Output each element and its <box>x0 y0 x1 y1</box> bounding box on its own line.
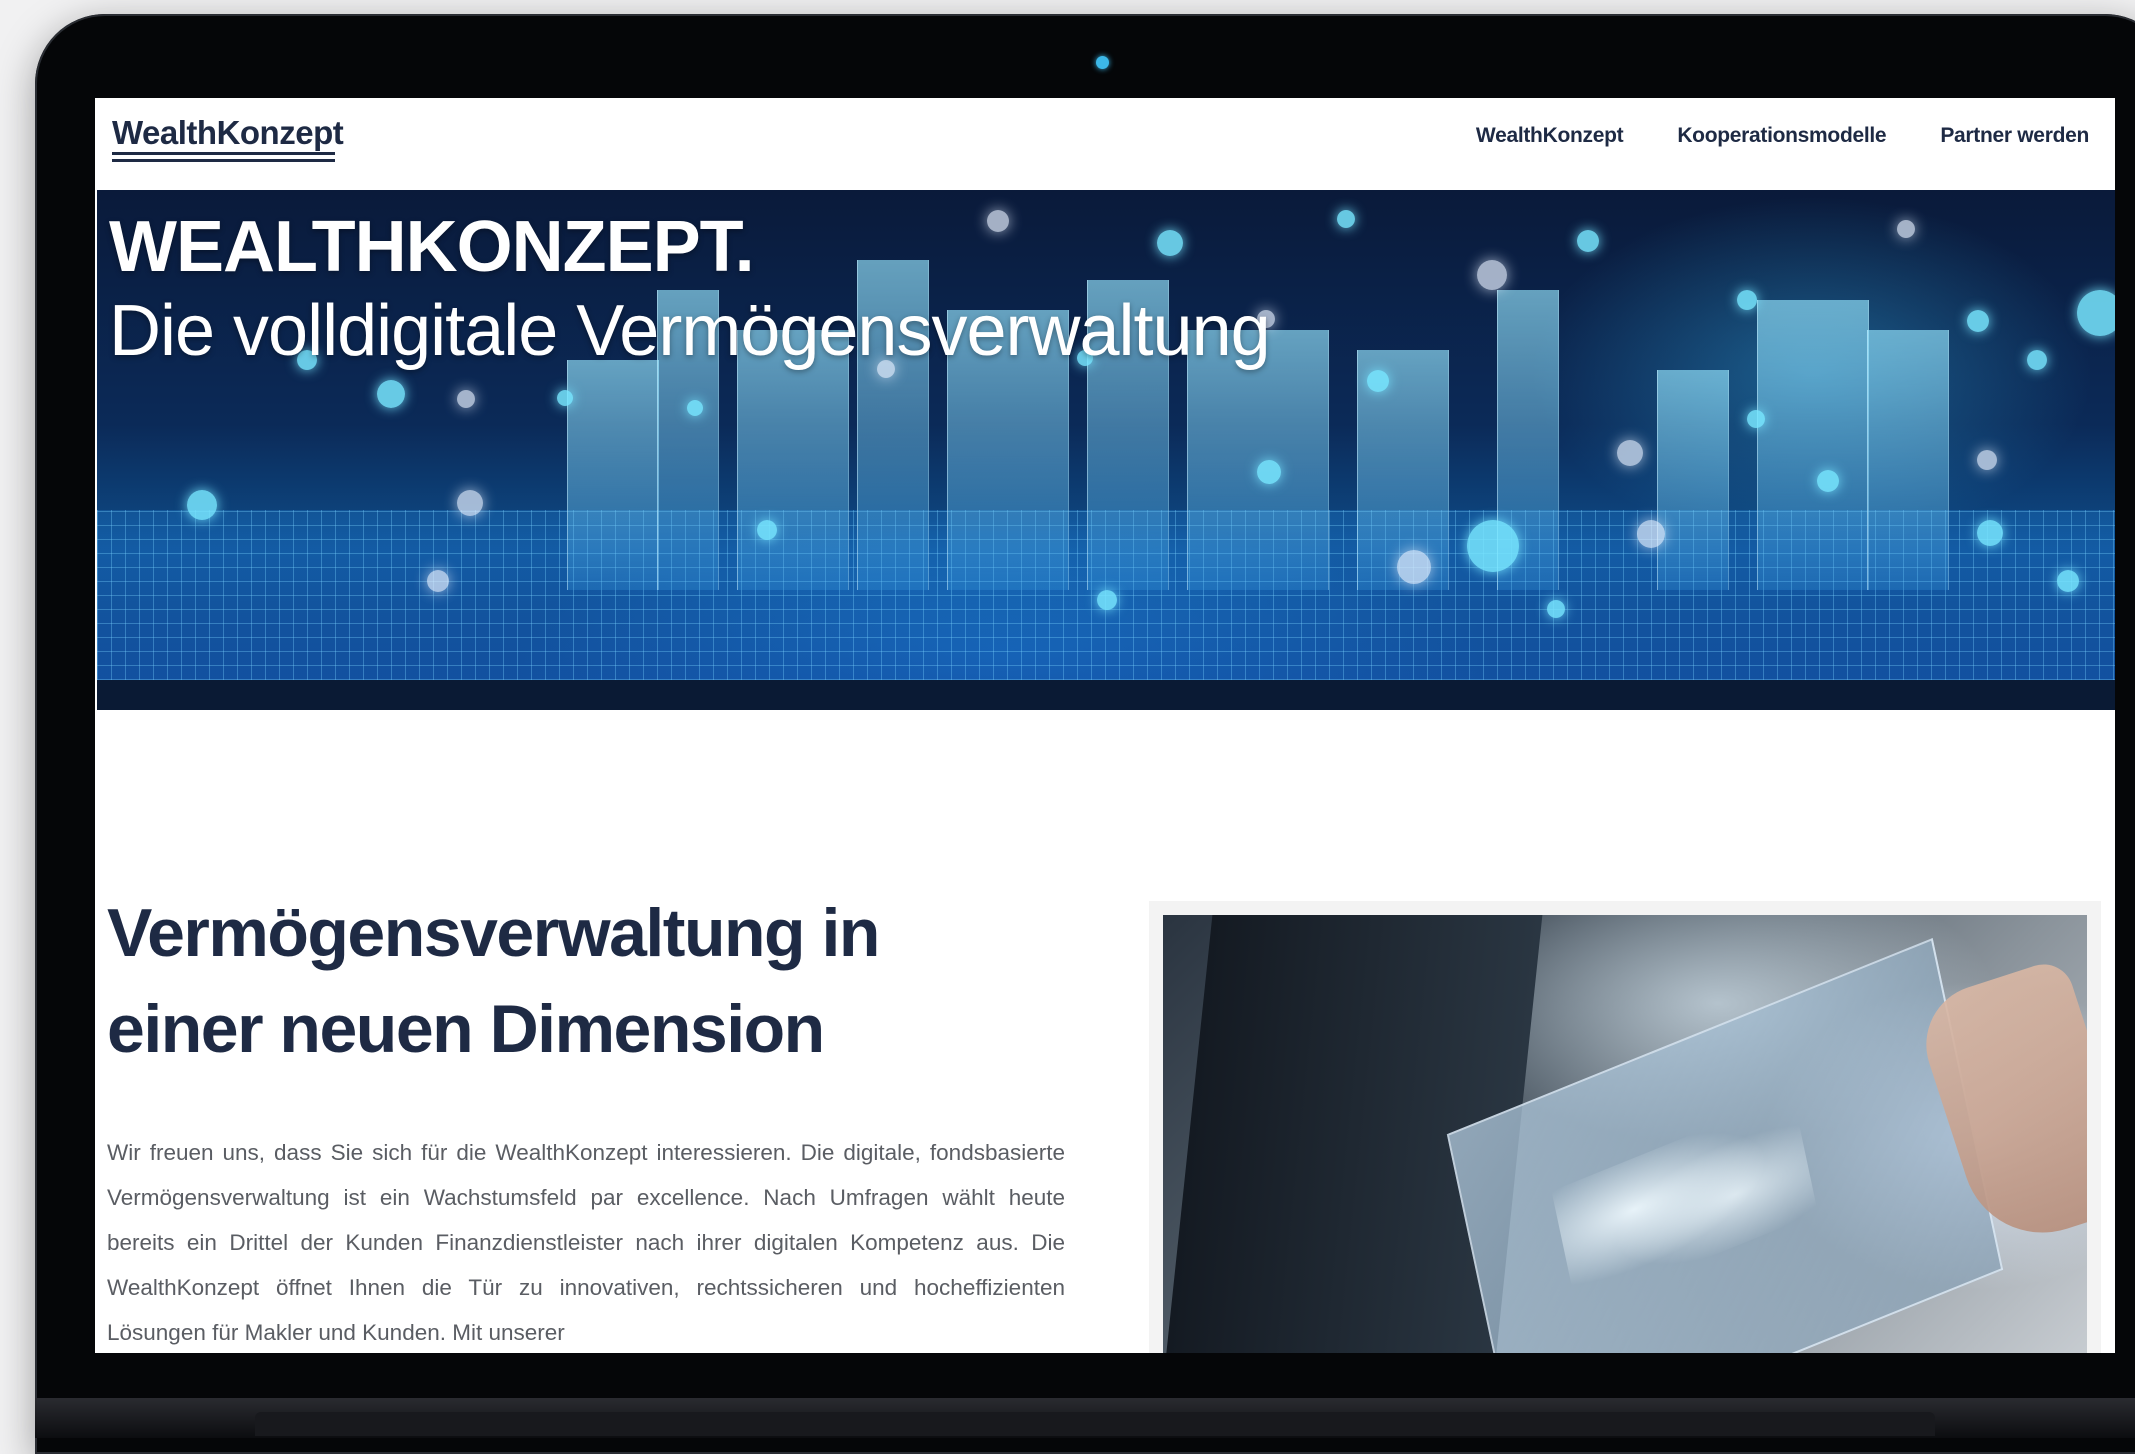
feature-image-tablet-map <box>1163 915 2087 1353</box>
site-header: WealthKonzept WealthKonzept Kooperations… <box>95 98 2115 188</box>
camera-icon <box>1096 56 1109 69</box>
laptop-base-notch <box>255 1412 1935 1436</box>
section-heading-line2: einer neuen Dimension <box>107 991 825 1067</box>
section-heading-line1: Vermögensverwaltung in <box>107 895 880 971</box>
site-logo[interactable]: WealthKonzept <box>112 114 344 152</box>
nav-item-partner-werden[interactable]: Partner werden <box>1940 124 2089 148</box>
logo-underline <box>112 152 335 166</box>
hero-bottom-band <box>97 680 2115 710</box>
section-heading: Vermögensverwaltung in einer neuen Dimen… <box>107 885 1107 1077</box>
nav-item-kooperationsmodelle[interactable]: Kooperationsmodelle <box>1677 124 1886 148</box>
intro-paragraph: Wir freuen uns, dass Sie sich für die We… <box>107 1140 1065 1345</box>
feature-image-frame <box>1149 901 2101 1353</box>
main-nav: WealthKonzept Kooperationsmodelle Partne… <box>1476 124 2089 148</box>
hero-title: WEALTHKONZEPT. <box>109 207 755 287</box>
hero-subtitle: Die volldigitale Vermögensverwaltung <box>109 291 1271 371</box>
hero-banner: WEALTHKONZEPT. Die volldigitale Vermögen… <box>97 190 2115 710</box>
website-screen: WealthKonzept WealthKonzept Kooperations… <box>95 98 2115 1353</box>
nav-item-wealthkonzept[interactable]: WealthKonzept <box>1476 124 1624 148</box>
